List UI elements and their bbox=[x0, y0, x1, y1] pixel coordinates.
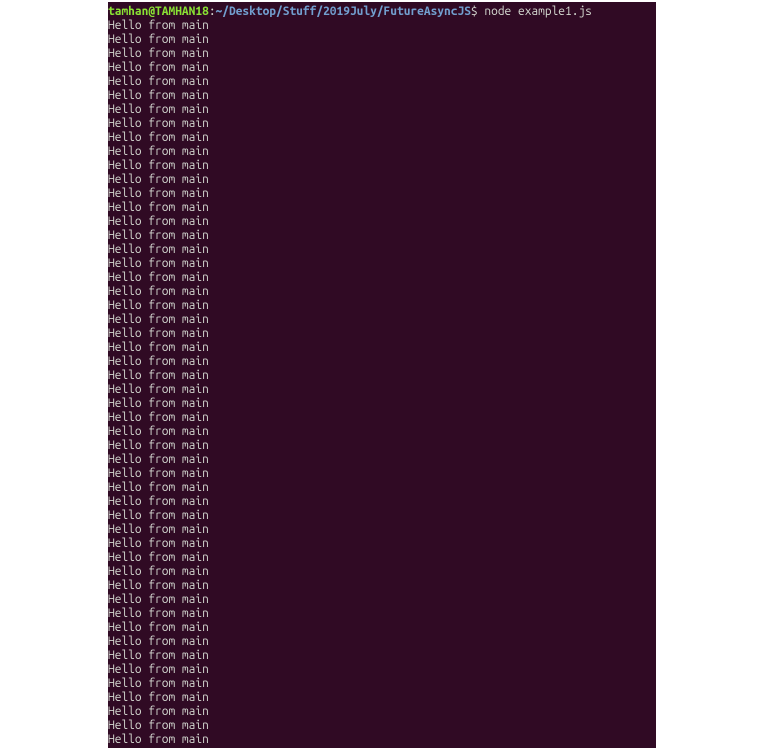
output-line: Hello from main bbox=[108, 691, 656, 705]
output-line: Hello from main bbox=[108, 299, 656, 313]
shell-prompt-line: tamhan@TAMHAN18:~/Desktop/Stuff/2019July… bbox=[108, 5, 656, 19]
output-line: Hello from main bbox=[108, 453, 656, 467]
output-line: Hello from main bbox=[108, 313, 656, 327]
output-line: Hello from main bbox=[108, 579, 656, 593]
output-line: Hello from main bbox=[108, 257, 656, 271]
output-line: Hello from main bbox=[108, 705, 656, 719]
output-line: Hello from main bbox=[108, 537, 656, 551]
prompt-dollar: $ bbox=[471, 5, 484, 18]
output-line: Hello from main bbox=[108, 327, 656, 341]
interrupt-signal: ^C bbox=[108, 747, 656, 748]
output-line: Hello from main bbox=[108, 103, 656, 117]
output-line: Hello from main bbox=[108, 551, 656, 565]
output-line: Hello from main bbox=[108, 173, 656, 187]
prompt-separator: : bbox=[209, 5, 216, 18]
output-line: Hello from main bbox=[108, 565, 656, 579]
output-line: Hello from main bbox=[108, 621, 656, 635]
output-line: Hello from main bbox=[108, 607, 656, 621]
output-line: Hello from main bbox=[108, 285, 656, 299]
output-line: Hello from main bbox=[108, 467, 656, 481]
output-line: Hello from main bbox=[108, 425, 656, 439]
output-line: Hello from main bbox=[108, 355, 656, 369]
output-line: Hello from main bbox=[108, 61, 656, 75]
output-line: Hello from main bbox=[108, 369, 656, 383]
output-line: Hello from main bbox=[108, 131, 656, 145]
shell-command: node example1.js bbox=[484, 5, 592, 18]
output-line: Hello from main bbox=[108, 383, 656, 397]
output-line: Hello from main bbox=[108, 117, 656, 131]
output-line: Hello from main bbox=[108, 509, 656, 523]
output-line: Hello from main bbox=[108, 719, 656, 733]
output-line: Hello from main bbox=[108, 201, 656, 215]
output-line: Hello from main bbox=[108, 229, 656, 243]
output-line: Hello from main bbox=[108, 593, 656, 607]
output-line: Hello from main bbox=[108, 19, 656, 33]
output-line: Hello from main bbox=[108, 439, 656, 453]
output-line: Hello from main bbox=[108, 341, 656, 355]
output-line: Hello from main bbox=[108, 635, 656, 649]
output-line: Hello from main bbox=[108, 243, 656, 257]
output-line: Hello from main bbox=[108, 159, 656, 173]
output-line: Hello from main bbox=[108, 215, 656, 229]
prompt-user-host: tamhan@TAMHAN18 bbox=[108, 5, 209, 18]
output-line: Hello from main bbox=[108, 495, 656, 509]
output-line: Hello from main bbox=[108, 663, 656, 677]
output-line: Hello from main bbox=[108, 145, 656, 159]
output-line: Hello from main bbox=[108, 397, 656, 411]
output-line: Hello from main bbox=[108, 649, 656, 663]
terminal-window[interactable]: tamhan@TAMHAN18:~/Desktop/Stuff/2019July… bbox=[108, 2, 656, 748]
output-line: Hello from main bbox=[108, 677, 656, 691]
output-line: Hello from main bbox=[108, 411, 656, 425]
output-line: Hello from main bbox=[108, 47, 656, 61]
output-line: Hello from main bbox=[108, 187, 656, 201]
output-line: Hello from main bbox=[108, 481, 656, 495]
output-line: Hello from main bbox=[108, 271, 656, 285]
output-line: Hello from main bbox=[108, 733, 656, 747]
output-line: Hello from main bbox=[108, 75, 656, 89]
output-line: Hello from main bbox=[108, 523, 656, 537]
terminal-output: Hello from mainHello from mainHello from… bbox=[108, 19, 656, 747]
output-line: Hello from main bbox=[108, 89, 656, 103]
output-line: Hello from main bbox=[108, 33, 656, 47]
prompt-path: ~/Desktop/Stuff/2019July/FutureAsyncJS bbox=[216, 5, 471, 18]
